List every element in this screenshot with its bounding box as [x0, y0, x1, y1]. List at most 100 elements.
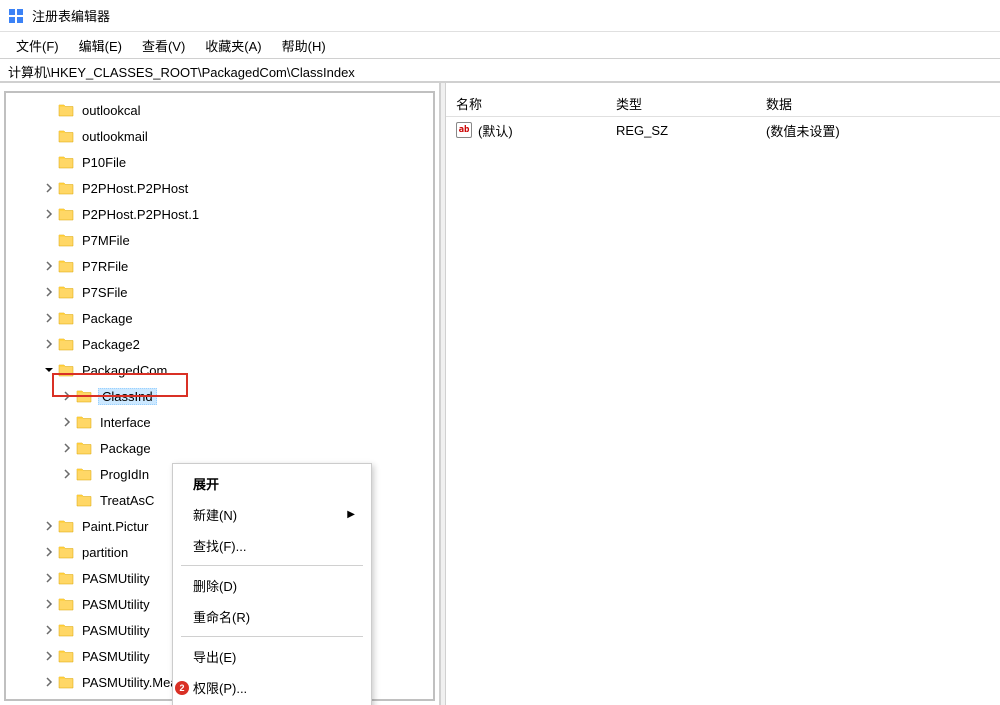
expander-icon[interactable] — [42, 675, 56, 689]
window-title: 注册表编辑器 — [32, 6, 110, 25]
list-body: ab(默认)REG_SZ(数值未设置) — [446, 117, 1000, 143]
expander-icon[interactable] — [42, 519, 56, 533]
expander-icon[interactable] — [42, 623, 56, 637]
menubar: 文件(F) 编辑(E) 查看(V) 收藏夹(A) 帮助(H) — [0, 32, 1000, 58]
ctx-rename[interactable]: 重命名(R) — [173, 601, 371, 632]
tree-item-label: P7RFile — [80, 258, 130, 275]
folder-icon — [58, 129, 74, 143]
tree-item[interactable]: Interface — [6, 409, 433, 435]
ctx-find[interactable]: 查找(F)... — [173, 530, 371, 561]
tree-item-label: ProgIdIn — [98, 466, 151, 483]
tree-item[interactable]: ClassInd1 — [6, 383, 433, 409]
tree-item[interactable]: P7MFile — [6, 227, 433, 253]
folder-icon — [58, 571, 74, 585]
folder-icon — [76, 493, 92, 507]
list-panel: 名称 类型 数据 ab(默认)REG_SZ(数值未设置) — [446, 83, 1000, 705]
tree-item-label: outlookcal — [80, 102, 143, 119]
expander-icon[interactable] — [42, 597, 56, 611]
folder-icon — [58, 285, 74, 299]
context-menu: 展开 新建(N) ▶ 查找(F)... 删除(D) 重命名(R) 导出(E) 2 — [172, 463, 372, 705]
menu-favorites[interactable]: 收藏夹(A) — [195, 33, 271, 58]
menu-edit[interactable]: 编辑(E) — [69, 33, 132, 58]
tree-item[interactable]: P7SFile — [6, 279, 433, 305]
tree-item-label: PackagedCom — [80, 362, 169, 379]
col-header-data[interactable]: 数据 — [756, 90, 1000, 117]
ctx-expand[interactable]: 展开 — [173, 468, 371, 499]
expander-icon[interactable] — [42, 571, 56, 585]
ctx-new[interactable]: 新建(N) ▶ — [173, 499, 371, 530]
tree-item-label: P2PHost.P2PHost.1 — [80, 206, 201, 223]
string-value-icon: ab — [456, 122, 472, 138]
tree-panel: outlookcal outlookmail P10File P2PHost.P2PH… — [0, 83, 440, 705]
expander-icon[interactable] — [42, 363, 56, 377]
tree-item[interactable]: Package2 — [6, 331, 433, 357]
folder-icon — [58, 155, 74, 169]
tree-item-label: Package — [80, 310, 135, 327]
tree-item-label: PASMUtility — [80, 622, 152, 639]
folder-icon — [58, 259, 74, 273]
tree-item-label: TreatAsC — [98, 492, 156, 509]
expander-icon[interactable] — [42, 337, 56, 351]
tree-item[interactable]: P7RFile — [6, 253, 433, 279]
tree-item-label: Interface — [98, 414, 153, 431]
ctx-export[interactable]: 导出(E) — [173, 641, 371, 672]
tree-item-label: P10File — [80, 154, 128, 171]
cell-type: REG_SZ — [606, 121, 756, 140]
list-row[interactable]: ab(默认)REG_SZ(数值未设置) — [446, 117, 1000, 143]
folder-icon — [76, 389, 92, 403]
ctx-delete[interactable]: 删除(D) — [173, 570, 371, 601]
ctx-separator-2 — [181, 636, 363, 637]
expander-icon[interactable] — [42, 181, 56, 195]
tree-item[interactable]: P2PHost.P2PHost — [6, 175, 433, 201]
expander-icon[interactable] — [42, 207, 56, 221]
expander-icon[interactable] — [60, 415, 74, 429]
addressbar[interactable]: 计算机\HKEY_CLASSES_ROOT\PackagedCom\ClassI… — [0, 58, 1000, 82]
folder-icon — [58, 519, 74, 533]
cell-name: ab(默认) — [446, 119, 606, 142]
menu-view[interactable]: 查看(V) — [132, 33, 195, 58]
tree-item-label: Package2 — [80, 336, 142, 353]
tree-item[interactable]: Package — [6, 305, 433, 331]
tree-item[interactable]: outlookcal — [6, 97, 433, 123]
expander-icon[interactable] — [42, 259, 56, 273]
tree-item[interactable]: outlookmail — [6, 123, 433, 149]
submenu-arrow-icon: ▶ — [347, 509, 355, 520]
folder-icon — [76, 441, 92, 455]
menu-help[interactable]: 帮助(H) — [272, 33, 336, 58]
content-area: outlookcal outlookmail P10File P2PHost.P2PH… — [0, 82, 1000, 705]
col-header-name[interactable]: 名称 — [446, 90, 606, 117]
col-header-type[interactable]: 类型 — [606, 90, 756, 117]
tree-item-label: P7MFile — [80, 232, 132, 249]
tree-item-label: ClassInd — [98, 388, 157, 405]
expander-icon[interactable] — [42, 545, 56, 559]
folder-icon — [58, 233, 74, 247]
titlebar: 注册表编辑器 — [0, 0, 1000, 32]
tree-item[interactable]: PackagedCom — [6, 357, 433, 383]
folder-icon — [76, 467, 92, 481]
folder-icon — [58, 207, 74, 221]
folder-icon — [58, 363, 74, 377]
folder-icon — [58, 311, 74, 325]
ctx-permissions[interactable]: 2 权限(P)... — [173, 672, 371, 703]
folder-icon — [58, 675, 74, 689]
tree-item-label: P7SFile — [80, 284, 130, 301]
tree-item-label: Package — [98, 440, 153, 457]
tree-item[interactable]: P2PHost.P2PHost.1 — [6, 201, 433, 227]
tree-item-label: partition — [80, 544, 130, 561]
folder-icon — [58, 649, 74, 663]
expander-icon[interactable] — [42, 311, 56, 325]
expander-icon[interactable] — [60, 389, 74, 403]
expander-icon[interactable] — [42, 285, 56, 299]
tree-item[interactable]: P10File — [6, 149, 433, 175]
expander-icon[interactable] — [60, 441, 74, 455]
address-path: 计算机\HKEY_CLASSES_ROOT\PackagedCom\ClassI… — [8, 65, 355, 80]
folder-icon — [58, 597, 74, 611]
tree-item[interactable]: Package — [6, 435, 433, 461]
menu-file[interactable]: 文件(F) — [6, 33, 69, 58]
expander-icon[interactable] — [60, 467, 74, 481]
expander-icon[interactable] — [42, 649, 56, 663]
folder-icon — [76, 415, 92, 429]
tree-item-label: PASMUtility — [80, 596, 152, 613]
folder-icon — [58, 181, 74, 195]
ctx-separator-1 — [181, 565, 363, 566]
